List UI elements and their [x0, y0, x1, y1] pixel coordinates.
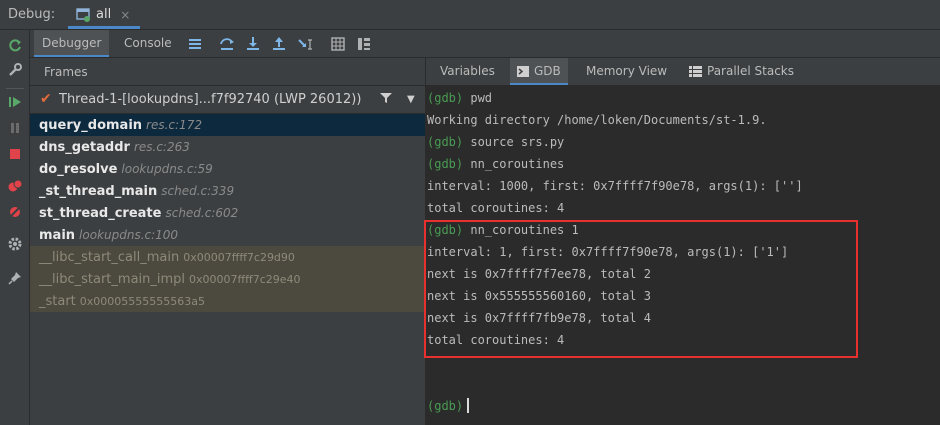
menu-lines-icon[interactable] — [187, 36, 203, 52]
frame-function: main — [39, 228, 76, 243]
toolbar-separator — [6, 88, 24, 89]
frames-list: query_domain res.c:172 dns_getaddr res.c:2… — [30, 114, 426, 425]
thread-selector[interactable]: ✔ Thread-1-[lookupdns]...f7f92740 (LWP 2… — [30, 86, 426, 114]
frame-function: st_thread_create — [39, 206, 162, 221]
highlight-box — [424, 220, 858, 358]
pause-icon[interactable] — [7, 120, 23, 136]
console-text: nn_coroutines — [463, 157, 565, 171]
thread-label: Thread-1-[lookupdns]...f7f92740 (LWP 260… — [59, 92, 362, 107]
frame-function: query_domain — [39, 118, 143, 133]
frame-location: lookupdns.c:59 — [121, 162, 213, 176]
console-text: Working directory /home/loken/Documents/… — [427, 113, 767, 127]
frame-item[interactable]: do_resolve lookupdns.c:59 — [30, 158, 426, 180]
frame-location: sched.c:339 — [161, 184, 235, 198]
tab-all-label: all — [96, 7, 112, 22]
debug-titlebar: Debug: all × — [0, 0, 940, 30]
right-panel-tabs: Variables GDB Memory View Parallel Stack… — [426, 58, 940, 86]
frame-item[interactable]: main lookupdns.c:100 — [30, 224, 426, 246]
frame-address: 0x00007ffff7c29d90 — [183, 251, 295, 264]
tab-debugger[interactable]: Debugger — [34, 30, 110, 57]
run-to-cursor-icon[interactable] — [297, 36, 313, 52]
close-tab-icon[interactable]: × — [120, 8, 130, 22]
resume-icon[interactable] — [7, 94, 23, 110]
gdb-console-icon — [517, 60, 529, 87]
settings-wrench-icon[interactable] — [7, 62, 23, 78]
frame-function: dns_getaddr — [39, 140, 130, 155]
frames-header: Frames — [30, 58, 426, 86]
console-line: total coroutines: 4 — [427, 201, 564, 215]
frames-title: Frames — [44, 65, 88, 79]
frame-location: lookupdns.c:100 — [79, 228, 179, 242]
frame-function: do_resolve — [39, 162, 118, 177]
console-text: source srs.py — [463, 135, 565, 149]
gdb-prompt: (gdb) — [427, 399, 464, 413]
view-breakpoints-icon[interactable] — [7, 178, 23, 194]
frame-function: __libc_start_call_main — [39, 250, 180, 265]
tab-console-label: Console — [124, 36, 172, 50]
tab-parallel-stacks[interactable]: Parallel Stacks — [682, 58, 801, 85]
gdb-prompt: (gdb) — [427, 157, 464, 171]
frame-item-library[interactable]: _start 0x00005555555563a5 — [30, 290, 426, 312]
tab-gdb[interactable]: GDB — [510, 58, 568, 85]
debugger-toolbar: Debugger Console — [30, 30, 940, 58]
tab-variables[interactable]: Variables — [433, 58, 502, 85]
evaluate-table-icon[interactable] — [330, 36, 346, 52]
rerun-icon[interactable] — [7, 38, 23, 54]
layout-columns-icon[interactable] — [356, 36, 372, 52]
frame-item[interactable]: dns_getaddr res.c:263 — [30, 136, 426, 158]
step-out-icon[interactable] — [271, 36, 287, 52]
console-line: (gdb) pwd — [427, 91, 492, 105]
frame-function: __libc_start_main_impl — [39, 272, 186, 287]
mute-breakpoints-icon[interactable] — [7, 204, 23, 220]
console-line: interval: 1000, first: 0x7ffff7f90e78, a… — [427, 179, 803, 193]
console-text: interval: 1000, first: 0x7ffff7f90e78, a… — [427, 179, 803, 193]
text-cursor — [467, 398, 470, 413]
step-into-icon[interactable] — [245, 36, 261, 52]
frame-location: res.c:172 — [146, 118, 202, 132]
tab-all[interactable]: all × — [68, 3, 141, 29]
tab-debugger-label: Debugger — [42, 36, 102, 50]
frame-location: res.c:263 — [133, 140, 190, 154]
console-line: Working directory /home/loken/Documents/… — [427, 113, 767, 127]
pin-icon[interactable] — [7, 270, 23, 286]
checkmark-icon: ✔ — [40, 91, 52, 107]
frame-item-library[interactable]: __libc_start_call_main 0x00007ffff7c29d90 — [30, 246, 426, 268]
frame-address: 0x00007ffff7c29e40 — [189, 273, 301, 286]
gear-icon[interactable] — [7, 236, 23, 252]
frame-address: 0x00005555555563a5 — [79, 295, 206, 308]
console-input-line[interactable]: (gdb) — [427, 398, 470, 413]
tab-gdb-label: GDB — [534, 64, 561, 78]
debug-side-toolbar — [0, 30, 30, 425]
tab-memory-label: Memory View — [586, 64, 668, 78]
parallel-stacks-icon — [689, 60, 702, 87]
tab-console[interactable]: Console — [116, 30, 180, 57]
gdb-prompt: (gdb) — [427, 135, 464, 149]
frame-function: _start — [39, 294, 76, 309]
console-text: total coroutines: 4 — [427, 201, 565, 215]
frame-item[interactable]: query_domain res.c:172 — [30, 114, 426, 136]
debug-label: Debug: — [8, 7, 56, 22]
tab-memory-view[interactable]: Memory View — [579, 58, 674, 85]
frame-item[interactable]: st_thread_create sched.c:602 — [30, 202, 426, 224]
frame-item-library[interactable]: __libc_start_main_impl 0x00007ffff7c29e40 — [30, 268, 426, 290]
tab-parallel-label: Parallel Stacks — [707, 64, 795, 78]
gdb-prompt: (gdb) — [427, 91, 464, 105]
frame-location: sched.c:602 — [165, 206, 239, 220]
console-line: (gdb) nn_coroutines — [427, 157, 564, 171]
frame-item[interactable]: _st_thread_main sched.c:339 — [30, 180, 426, 202]
step-over-icon[interactable] — [219, 36, 235, 52]
tab-variables-label: Variables — [440, 64, 495, 78]
console-text: pwd — [463, 91, 493, 105]
chevron-down-icon[interactable]: ▼ — [407, 94, 415, 105]
frame-function: _st_thread_main — [39, 184, 158, 199]
console-line: (gdb) source srs.py — [427, 135, 564, 149]
run-config-icon — [76, 8, 90, 22]
stop-icon[interactable] — [7, 146, 23, 162]
filter-icon[interactable] — [380, 92, 392, 108]
